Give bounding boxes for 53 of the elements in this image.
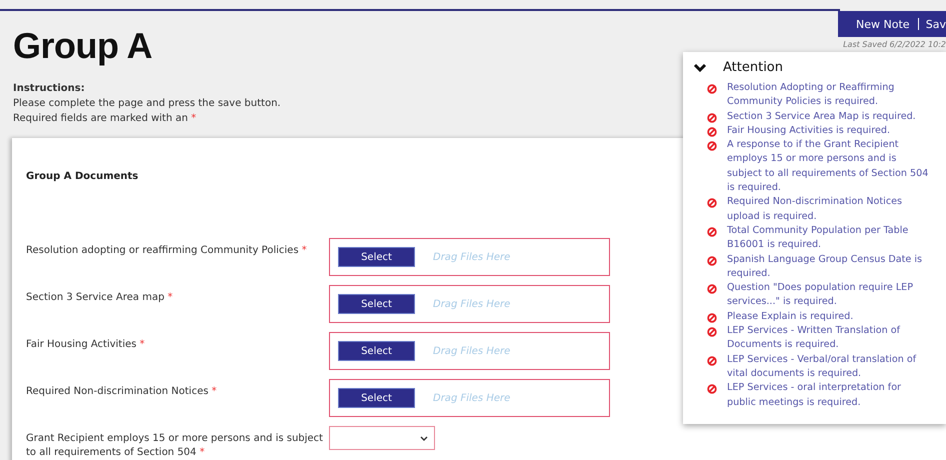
prohibited-icon <box>707 356 717 366</box>
error-message: Fair Housing Activities is required. <box>727 124 890 138</box>
instruction-text: Required fields are marked with an * <box>13 113 196 124</box>
prohibited-icon <box>707 198 717 208</box>
drop-hint: Drag Files Here <box>433 252 510 262</box>
chevron-down-icon[interactable] <box>693 63 707 72</box>
page-title: Group A <box>13 25 152 67</box>
last-saved-text: Last Saved 6/2/2022 10:2 <box>843 40 946 49</box>
instructions-heading: Instructions: <box>13 82 85 96</box>
error-message: Required Non-discrimination Notices upload is required. <box>727 195 904 224</box>
prohibited-icon <box>707 256 717 266</box>
field-label: Section 3 Service Area map * <box>26 292 173 303</box>
prohibited-icon <box>707 112 717 123</box>
prohibited-icon <box>707 84 717 94</box>
toolbar-link[interactable]: New Note <box>856 18 910 30</box>
field-label: Required Non-discrimination Notices * <box>26 386 217 397</box>
dropdown-field[interactable] <box>329 426 435 450</box>
error-message: Please Explain is required. <box>727 310 854 324</box>
select-button[interactable]: Select <box>338 294 415 314</box>
drop-hint: Drag Files Here <box>433 392 510 404</box>
file-drop-zone[interactable]: Select Drag Files Here <box>329 332 610 370</box>
error-message: Spanish Language Group Census Date is required. <box>727 252 924 281</box>
error-message: A response to if the Grant Recipient employs 15 or more persons and is subject to all requirements of Section 504 is required. <box>727 138 930 196</box>
instruction-text: Please complete the page and press the save button. <box>13 98 281 109</box>
error-message: LEP Services - oral interpretation for public meetings is required. <box>727 381 902 410</box>
error-message: Question "Does population require LEP services..." is required. <box>727 281 914 310</box>
error-message: Resolution Adopting or Reaffirming Community Policies is required. <box>727 81 896 110</box>
section-title: Group A Documents <box>26 171 138 182</box>
select-button[interactable]: Select <box>338 388 415 408</box>
file-drop-zone[interactable]: Select Drag Files Here <box>329 285 610 323</box>
drop-hint: Drag Files Here <box>433 298 510 310</box>
select-button[interactable]: Select <box>338 247 415 267</box>
prohibited-icon <box>707 126 717 137</box>
error-message: Total Community Population per Table B16001 is required. <box>727 224 910 252</box>
drop-hint: Drag Files Here <box>433 346 510 356</box>
prohibited-icon <box>707 141 717 152</box>
error-message: LEP Services - Written Translation of Documents is required. <box>727 324 902 352</box>
prohibited-icon <box>707 312 717 323</box>
error-message: Section 3 Service Area Map is required. <box>727 110 916 124</box>
field-label: Grant Recipient employs 15 or more persons and is subject to all requirements of Section 504 * <box>26 433 323 458</box>
field-label: Fair Housing Activities * <box>26 339 145 350</box>
prohibited-icon <box>707 327 717 338</box>
select-button[interactable]: Select <box>338 341 415 361</box>
chevron-down-icon <box>420 436 428 440</box>
error-message: LEP Services - Verbal/oral translation of vital documents is required. <box>727 352 918 381</box>
prohibited-icon <box>707 384 717 394</box>
field-label: Resolution adopting or reaffirming Community Policies * <box>26 245 307 256</box>
prohibited-icon <box>707 284 717 294</box>
file-drop-zone[interactable]: Select Drag Files Here <box>329 379 610 417</box>
toolbar-link[interactable]: Sav <box>926 18 946 30</box>
prohibited-icon <box>707 226 717 237</box>
attention-title: Attention <box>723 60 783 75</box>
file-drop-zone[interactable]: Select Drag Files Here <box>329 238 610 276</box>
